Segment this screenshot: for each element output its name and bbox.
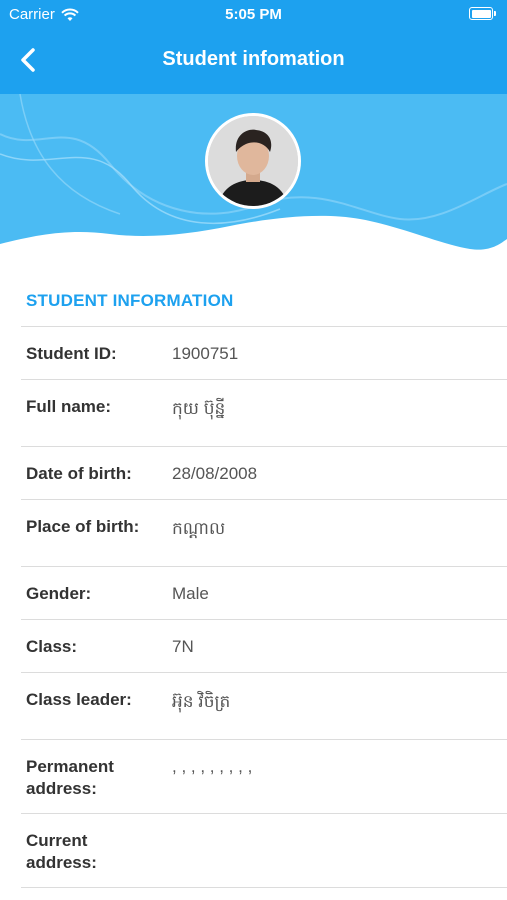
navigation-bar: Student infomation (0, 28, 507, 94)
field-label: Gender: (26, 584, 92, 603)
field-row-permanent-address: Permanent address: , , , , , , , , , (21, 739, 507, 813)
field-label: Permanent address: (26, 757, 114, 798)
field-value: 28/08/2008 (172, 464, 258, 483)
section-title: STUDENT INFORMATION (26, 291, 234, 310)
field-value: , , , , , , , , , (172, 757, 253, 776)
field-value: 7N (172, 637, 194, 656)
page-title: Student infomation (162, 48, 345, 70)
field-label: Full name: (26, 397, 112, 416)
field-label: Current address: (26, 831, 97, 872)
field-label: Student ID: (26, 344, 117, 363)
field-value: Male (172, 584, 209, 603)
list-divider (21, 887, 507, 888)
status-time: 5:05 PM (225, 6, 282, 23)
field-row-current-address: Current address: (21, 813, 507, 887)
field-value: 1900751 (172, 344, 239, 363)
field-label: Class: (26, 637, 78, 656)
status-bar: Carrier 5:05 PM (0, 0, 507, 28)
field-row-place-of-birth: Place of birth: កណ្ដាល (21, 499, 507, 566)
field-label: Class leader: (26, 690, 132, 709)
field-row-class: Class: 7N (21, 619, 507, 672)
battery-icon (469, 7, 496, 20)
field-value: កណ្ដាល (172, 519, 226, 538)
field-row-full-name: Full name: កុយ ប៊ុន្នី (21, 379, 507, 446)
student-photo (208, 116, 298, 206)
student-avatar (205, 113, 301, 209)
field-value: អ៊ុន វិចិត្រ (172, 692, 231, 711)
field-row-student-id: Student ID: 1900751 (21, 326, 507, 379)
student-info-list: Student ID: 1900751 Full name: កុយ ប៊ុន្… (21, 326, 507, 888)
field-row-date-of-birth: Date of birth: 28/08/2008 (21, 446, 507, 499)
field-row-class-leader: Class leader: អ៊ុន វិចិត្រ (21, 672, 507, 739)
field-value: កុយ ប៊ុន្នី (172, 399, 226, 418)
field-row-gender: Gender: Male (21, 566, 507, 619)
field-label: Date of birth: (26, 464, 132, 483)
field-label: Place of birth: (26, 517, 140, 536)
